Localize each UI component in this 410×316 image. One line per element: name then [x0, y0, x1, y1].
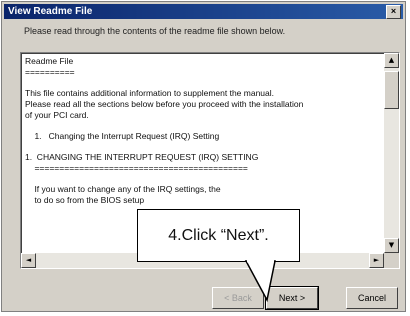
scroll-down-arrow-icon[interactable]: ▼: [384, 238, 399, 253]
readme-line: [25, 142, 373, 152]
back-button[interactable]: < Back: [212, 287, 264, 309]
title-bar: View Readme File ×: [4, 4, 403, 19]
next-button[interactable]: Next >: [265, 286, 319, 310]
readme-line: ========================================…: [25, 163, 248, 173]
readme-line: of your PCI card.: [25, 110, 89, 120]
readme-line: 1. CHANGING THE INTERRUPT REQUEST (IRQ) …: [25, 152, 259, 162]
readme-line: Readme File: [25, 56, 74, 66]
readme-line: If you want to change any of the IRQ set…: [25, 184, 221, 194]
readme-line: ==========: [25, 67, 75, 77]
readme-line: 1. Changing the Interrupt Request (IRQ) …: [25, 131, 220, 141]
readme-line: [25, 174, 373, 184]
scroll-right-arrow-icon[interactable]: ►: [369, 253, 384, 268]
readme-line: This file contains additional informatio…: [25, 88, 275, 98]
readme-line: to do so from the BIOS setup: [25, 195, 145, 205]
readme-line: Please read all the sections below befor…: [25, 99, 304, 109]
scrollbar-corner: [384, 253, 399, 268]
instruction-callout: 4.Click “Next”.: [137, 209, 300, 262]
vertical-scroll-thumb[interactable]: [384, 71, 399, 109]
close-button[interactable]: ×: [386, 5, 401, 19]
readme-line: [25, 78, 373, 88]
scroll-left-arrow-icon[interactable]: ◄: [21, 253, 36, 268]
readme-line: [25, 121, 373, 131]
scroll-up-arrow-icon[interactable]: ▲: [384, 53, 399, 68]
vertical-scrollbar[interactable]: ▲ ▼: [384, 53, 399, 253]
cancel-button[interactable]: Cancel: [346, 287, 398, 309]
window-title: View Readme File: [8, 6, 93, 17]
readme-dialog: View Readme File × Please read through t…: [1, 1, 406, 312]
instruction-text: Please read through the contents of the …: [24, 26, 286, 36]
